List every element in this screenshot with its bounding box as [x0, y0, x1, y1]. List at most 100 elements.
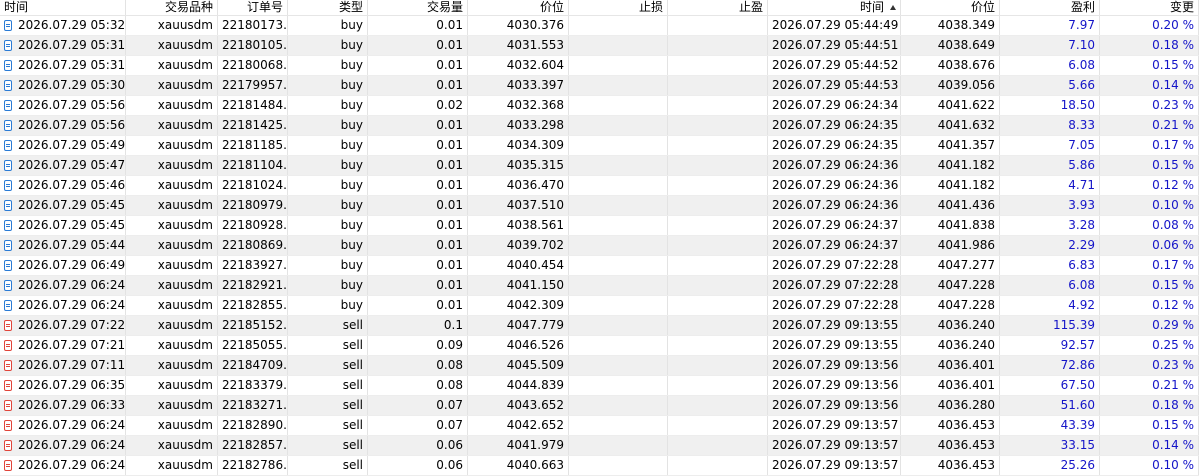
cell-change: 0.12 % — [1100, 296, 1199, 315]
open-time-text: 2026.07.29 06:24:... — [18, 418, 126, 432]
cell-volume: 0.1 — [368, 316, 468, 335]
cell-ticket: 22182786... — [218, 456, 288, 475]
header-sl[interactable]: 止损 — [569, 0, 668, 15]
table-row[interactable]: 2026.07.29 06:24:...xauusdm22182890...se… — [0, 416, 1199, 436]
header-symbol[interactable]: 交易品种 — [126, 0, 218, 15]
table-row[interactable]: 2026.07.29 05:45:...xauusdm22180928...bu… — [0, 216, 1199, 236]
cell-open-price: 4043.652 — [468, 396, 569, 415]
cell-open-time: 2026.07.29 06:33:... — [0, 396, 126, 415]
cell-close-price: 4036.453 — [901, 416, 1000, 435]
cell-symbol: xauusdm — [126, 356, 218, 375]
open-time-text: 2026.07.29 05:31:... — [18, 58, 126, 72]
header-close-price[interactable]: 价位 — [901, 0, 1000, 15]
table-row[interactable]: 2026.07.29 06:49:...xauusdm22183927...bu… — [0, 256, 1199, 276]
table-row[interactable]: 2026.07.29 05:56:...xauusdm22181425...bu… — [0, 116, 1199, 136]
table-row[interactable]: 2026.07.29 06:24:...xauusdm22182855...bu… — [0, 296, 1199, 316]
cell-close-time: 2026.07.29 09:13:56 — [768, 376, 901, 395]
header-profit[interactable]: 盈利 — [1000, 0, 1100, 15]
cell-type: sell — [288, 416, 368, 435]
cell-open-price: 4042.652 — [468, 416, 569, 435]
cell-symbol: xauusdm — [126, 236, 218, 255]
table-row[interactable]: 2026.07.29 05:56:...xauusdm22181484...bu… — [0, 96, 1199, 116]
cell-close-time: 2026.07.29 09:13:57 — [768, 436, 901, 455]
table-row[interactable]: 2026.07.29 05:45:...xauusdm22180979...bu… — [0, 196, 1199, 216]
table-row[interactable]: 2026.07.29 05:31:...xauusdm22180105...bu… — [0, 36, 1199, 56]
table-row[interactable]: 2026.07.29 05:31:...xauusdm22180068...bu… — [0, 56, 1199, 76]
cell-close-time: 2026.07.29 05:44:52 — [768, 56, 901, 75]
open-time-text: 2026.07.29 05:47:... — [18, 158, 126, 172]
cell-sl — [569, 116, 668, 135]
header-type[interactable]: 类型 — [288, 0, 368, 15]
table-row[interactable]: 2026.07.29 07:21:...xauusdm22185055...se… — [0, 336, 1199, 356]
table-row[interactable]: 2026.07.29 05:44:...xauusdm22180869...bu… — [0, 236, 1199, 256]
cell-profit: 18.50 — [1000, 96, 1100, 115]
cell-tp — [668, 216, 768, 235]
open-time-text: 2026.07.29 07:11:... — [18, 358, 126, 372]
cell-close-time: 2026.07.29 09:13:55 — [768, 316, 901, 335]
cell-close-time: 2026.07.29 09:13:57 — [768, 416, 901, 435]
table-row[interactable]: 2026.07.29 05:49:...xauusdm22181185...bu… — [0, 136, 1199, 156]
cell-volume: 0.08 — [368, 356, 468, 375]
header-close-time[interactable]: 时间 — [768, 0, 901, 15]
cell-close-price: 4047.277 — [901, 256, 1000, 275]
sell-deal-icon — [4, 380, 12, 391]
cell-volume: 0.02 — [368, 96, 468, 115]
cell-symbol: xauusdm — [126, 276, 218, 295]
table-row[interactable]: 2026.07.29 06:35:...xauusdm22183379...se… — [0, 376, 1199, 396]
cell-profit: 4.92 — [1000, 296, 1100, 315]
cell-sl — [569, 316, 668, 335]
cell-volume: 0.01 — [368, 136, 468, 155]
sell-deal-icon — [4, 360, 12, 371]
cell-close-time: 2026.07.29 06:24:37 — [768, 216, 901, 235]
table-row[interactable]: 2026.07.29 06:33:...xauusdm22183271...se… — [0, 396, 1199, 416]
cell-volume: 0.01 — [368, 216, 468, 235]
cell-close-price: 4041.838 — [901, 216, 1000, 235]
cell-profit: 2.29 — [1000, 236, 1100, 255]
header-ticket[interactable]: 订单号 — [218, 0, 288, 15]
cell-open-time: 2026.07.29 05:45:... — [0, 216, 126, 235]
cell-change: 0.18 % — [1100, 36, 1199, 55]
table-row[interactable]: 2026.07.29 07:22:...xauusdm22185152...se… — [0, 316, 1199, 336]
cell-open-time: 2026.07.29 05:32:... — [0, 16, 126, 35]
header-open-time[interactable]: 时间 — [0, 0, 126, 15]
header-volume[interactable]: 交易量 — [368, 0, 468, 15]
cell-symbol: xauusdm — [126, 376, 218, 395]
table-row[interactable]: 2026.07.29 05:32:...xauusdm22180173...bu… — [0, 16, 1199, 36]
table-row[interactable]: 2026.07.29 07:11:...xauusdm22184709...se… — [0, 356, 1199, 376]
cell-symbol: xauusdm — [126, 16, 218, 35]
cell-tp — [668, 116, 768, 135]
table-row[interactable]: 2026.07.29 06:24:...xauusdm22182786...se… — [0, 456, 1199, 476]
cell-change: 0.15 % — [1100, 276, 1199, 295]
cell-open-time: 2026.07.29 05:47:... — [0, 156, 126, 175]
table-row[interactable]: 2026.07.29 05:47:...xauusdm22181104...bu… — [0, 156, 1199, 176]
open-time-text: 2026.07.29 05:30:... — [18, 78, 126, 92]
buy-deal-icon — [4, 20, 12, 31]
cell-symbol: xauusdm — [126, 76, 218, 95]
cell-close-time: 2026.07.29 05:44:49 — [768, 16, 901, 35]
header-tp[interactable]: 止盈 — [668, 0, 768, 15]
header-open-price[interactable]: 价位 — [468, 0, 569, 15]
cell-profit: 72.86 — [1000, 356, 1100, 375]
cell-type: sell — [288, 436, 368, 455]
table-row[interactable]: 2026.07.29 06:24:...xauusdm22182857...se… — [0, 436, 1199, 456]
cell-open-price: 4040.454 — [468, 256, 569, 275]
table-row[interactable]: 2026.07.29 05:46:...xauusdm22181024...bu… — [0, 176, 1199, 196]
cell-open-price: 4038.561 — [468, 216, 569, 235]
cell-open-price: 4032.368 — [468, 96, 569, 115]
table-row[interactable]: 2026.07.29 05:30:...xauusdm22179957...bu… — [0, 76, 1199, 96]
cell-close-price: 4036.401 — [901, 356, 1000, 375]
cell-type: buy — [288, 36, 368, 55]
cell-volume: 0.01 — [368, 156, 468, 175]
cell-sl — [569, 456, 668, 475]
cell-ticket: 22182857... — [218, 436, 288, 455]
cell-open-price: 4047.779 — [468, 316, 569, 335]
cell-sl — [569, 416, 668, 435]
cell-close-price: 4039.056 — [901, 76, 1000, 95]
table-row[interactable]: 2026.07.29 06:24:...xauusdm22182921...bu… — [0, 276, 1199, 296]
header-change[interactable]: 变更 — [1100, 0, 1199, 15]
cell-volume: 0.01 — [368, 76, 468, 95]
cell-close-price: 4041.357 — [901, 136, 1000, 155]
cell-close-time: 2026.07.29 06:24:34 — [768, 96, 901, 115]
cell-close-price: 4038.649 — [901, 36, 1000, 55]
buy-deal-icon — [4, 40, 12, 51]
